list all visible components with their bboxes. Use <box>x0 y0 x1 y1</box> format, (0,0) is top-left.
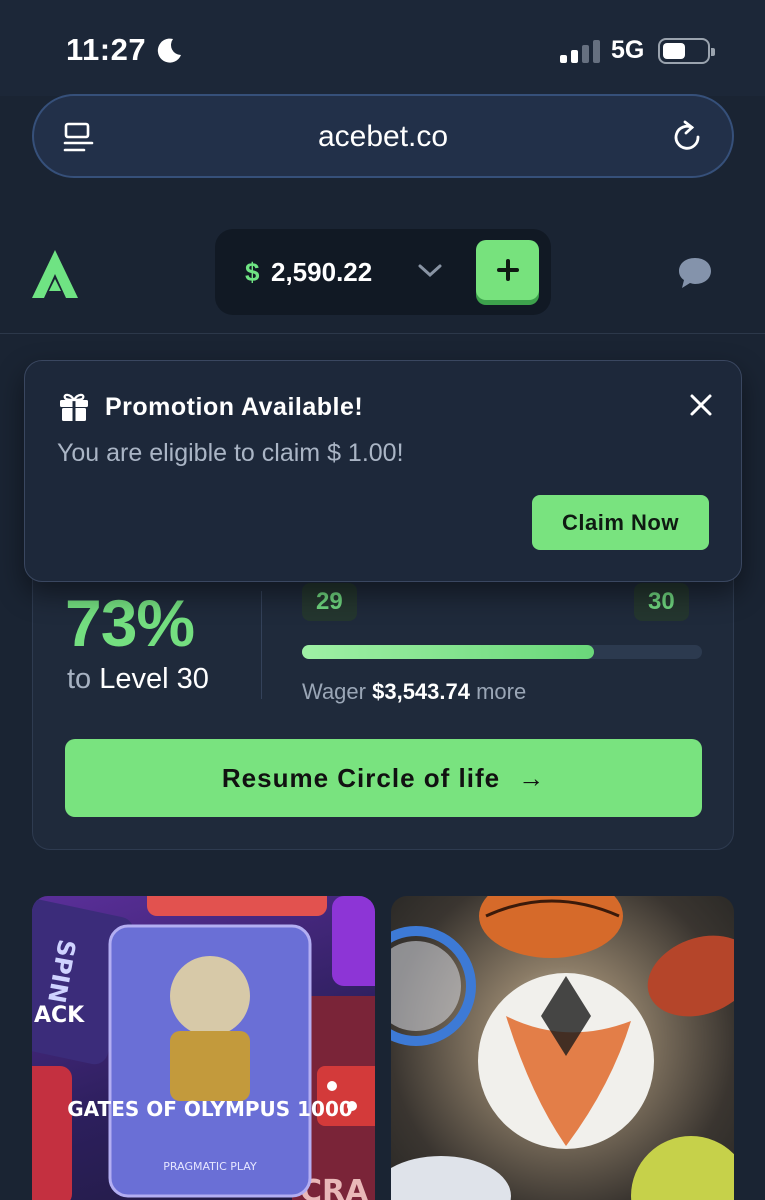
next-level-badge: 30 <box>634 583 689 621</box>
promotion-popup: Promotion Available! You are eligible to… <box>24 360 742 582</box>
status-bar: 11:27 5G <box>0 0 765 96</box>
network-label: 5G <box>611 36 645 64</box>
current-level-badge: 29 <box>302 583 357 621</box>
arrow-right-icon: → <box>518 762 546 793</box>
level-label: Level 30 <box>99 663 209 695</box>
status-time: 11:27 <box>66 32 147 67</box>
level-progress-bar <box>302 645 702 659</box>
sports-tile[interactable] <box>391 896 734 1200</box>
battery-icon <box>658 38 715 64</box>
chevron-down-icon[interactable] <box>417 263 443 284</box>
to-level-text: to Level 30 <box>67 663 209 696</box>
sports-artwork <box>391 896 734 1200</box>
resume-label: Resume Circle of life <box>221 762 501 793</box>
site-header: $ 2,590.22 <box>0 210 765 334</box>
reload-icon[interactable] <box>668 118 706 161</box>
gift-icon <box>57 389 91 428</box>
balance-amount: 2,590.22 <box>271 257 373 287</box>
currency-symbol: $ <box>245 257 260 287</box>
divider <box>261 591 262 699</box>
url-text[interactable]: acebet.co <box>34 120 732 154</box>
promotion-title: Promotion Available! <box>105 393 364 421</box>
browser-url-bar[interactable]: acebet.co <box>32 94 734 178</box>
claim-now-button[interactable]: Claim Now <box>532 495 709 550</box>
jack-label: ACK <box>34 1003 85 1028</box>
moon-icon <box>154 36 184 71</box>
progress-fill <box>302 645 594 659</box>
signal-icon <box>560 40 600 63</box>
wager-suffix: more <box>476 679 527 704</box>
game-provider: PRAGMATIC PLAY <box>163 1160 257 1173</box>
close-icon[interactable] <box>689 393 713 422</box>
to-label: to <box>67 663 92 695</box>
wager-prefix: Wager <box>302 679 366 704</box>
chat-icon[interactable] <box>677 256 713 295</box>
wallet-selector[interactable]: $ 2,590.22 <box>215 229 551 315</box>
progress-percent: 73% <box>65 586 195 660</box>
acebet-logo[interactable] <box>32 250 78 303</box>
game-title: GATES OF OLYMPUS 1000 <box>67 1097 353 1121</box>
wager-text: Wager $3,543.74 more <box>302 679 526 705</box>
casino-tile[interactable]: SPIN ACK CRA GATES OF OLYMPUS 1000 PRAGM… <box>32 896 375 1200</box>
deposit-button[interactable] <box>476 240 539 300</box>
casino-artwork: SPIN ACK CRA GATES OF OLYMPUS 1000 PRAGM… <box>32 896 375 1200</box>
promotion-description: You are eligible to claim $ 1.00! <box>57 439 404 467</box>
wager-amount: $3,543.74 <box>372 679 470 704</box>
resume-game-button[interactable]: Resume Circle of life → <box>65 739 702 817</box>
